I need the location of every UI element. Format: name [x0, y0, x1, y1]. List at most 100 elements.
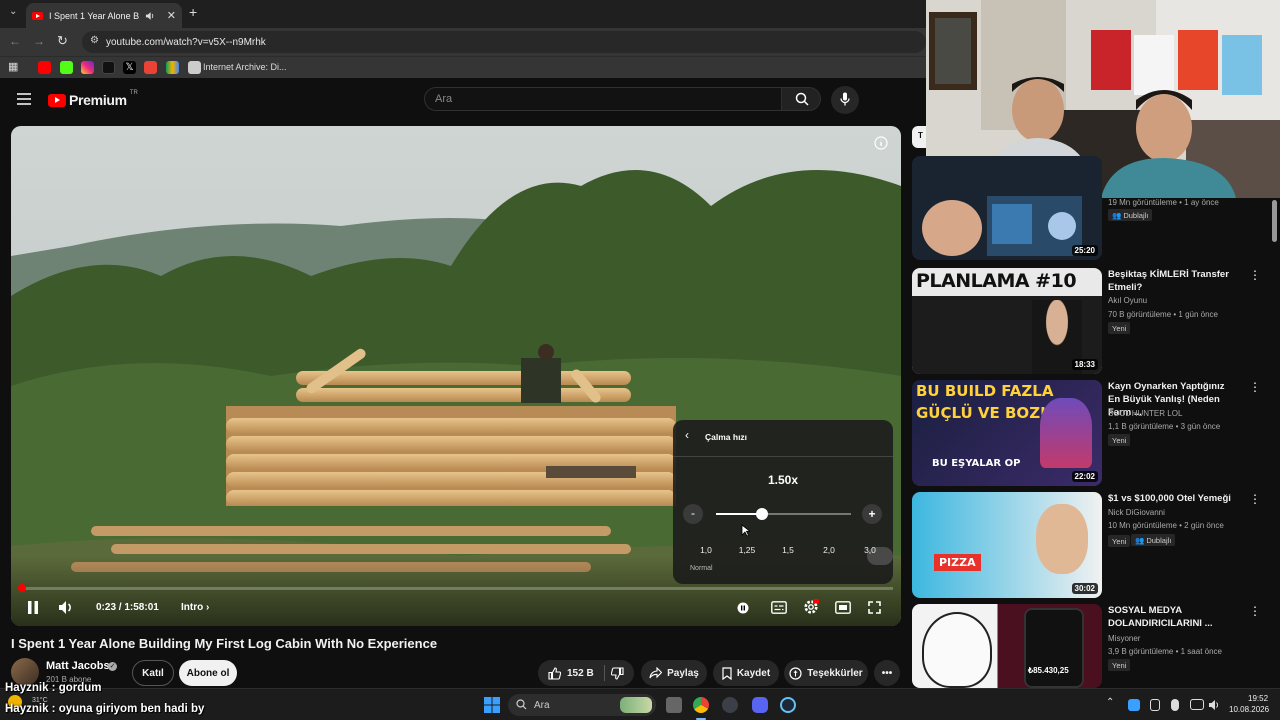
share-button[interactable]: Paylaş — [641, 660, 707, 686]
thanks-button[interactable]: Teşekkürler — [784, 660, 868, 686]
gmail-bookmark-icon[interactable] — [144, 61, 157, 74]
more-options-icon[interactable]: ⋮ — [1249, 380, 1261, 394]
back-icon[interactable]: ← — [9, 34, 21, 48]
x-bookmark-icon[interactable]: 𝕏 — [123, 61, 136, 74]
new-badge: Yeni — [1108, 535, 1131, 547]
recommendation-title[interactable]: Beşiktaş KİMLERİ Transfer Etmeli? — [1108, 268, 1236, 294]
network-tray-icon[interactable] — [1190, 699, 1204, 710]
video-title: I Spent 1 Year Alone Building My First L… — [11, 636, 438, 651]
steam-alt-taskbar-icon[interactable] — [722, 697, 738, 713]
speed-option-button[interactable]: 3,0 — [853, 545, 887, 559]
settings-gear-icon[interactable] — [803, 599, 819, 615]
site-info-icon[interactable]: ⚙ — [90, 35, 99, 46]
subtitles-icon[interactable] — [771, 601, 787, 614]
pause-icon[interactable] — [27, 601, 39, 614]
discord-taskbar-icon[interactable] — [752, 697, 768, 713]
chat-message: Hayznik : gordum — [5, 682, 102, 694]
more-actions-button[interactable]: ••• — [874, 660, 900, 686]
volume-icon[interactable] — [58, 600, 74, 615]
chapter-button[interactable]: Intro › — [181, 602, 209, 613]
more-options-icon[interactable]: ⋮ — [1249, 604, 1261, 618]
defender-tray-icon[interactable] — [1128, 699, 1140, 711]
recommendation-thumbnail[interactable]: ₺85.430,25 — [912, 604, 1102, 688]
subscribe-button[interactable]: Abone ol — [179, 660, 237, 686]
recommendations-scrollbar[interactable] — [1272, 200, 1277, 242]
close-tab-icon[interactable]: ✕ — [167, 9, 176, 22]
search-button[interactable] — [781, 87, 821, 111]
channel-name[interactable]: Matt Jacobs — [46, 660, 110, 672]
autoplay-toggle-icon[interactable] — [737, 602, 749, 614]
save-button[interactable]: Kaydet — [713, 660, 779, 686]
speed-option-button[interactable]: 1,5 — [771, 545, 805, 559]
thumbs-up-icon — [548, 666, 561, 680]
voice-search-button[interactable] — [831, 86, 859, 114]
youtube-favicon-icon — [32, 11, 43, 20]
recommendations-chip[interactable]: T — [912, 126, 926, 148]
new-tab-icon[interactable]: + — [189, 4, 197, 20]
recommendation-thumbnail[interactable]: PIZZA 30:02 — [912, 492, 1102, 598]
recommendation-channel[interactable]: Akıl Oyunu — [1108, 296, 1147, 305]
info-icon[interactable] — [874, 136, 888, 150]
speed-slider-knob[interactable] — [755, 508, 768, 520]
clock-date[interactable]: 10.08.2026 — [1229, 705, 1269, 714]
recommendation-thumbnail[interactable]: BU BUILD FAZLA GÜÇLÜ VE BOZUK BU EŞYALAR… — [912, 380, 1102, 486]
speaker-icon[interactable] — [145, 11, 154, 21]
recommendation-title[interactable]: SOSYAL MEDYA DOLANDIRICILARINI ... — [1108, 604, 1236, 630]
microphone-tray-icon[interactable] — [1171, 699, 1179, 711]
volume-tray-icon[interactable] — [1208, 699, 1220, 711]
verified-check-icon: ✓ — [108, 662, 117, 671]
recommendation-channel[interactable]: Nick DiGiovanni — [1108, 508, 1165, 517]
windows-start-icon[interactable] — [484, 697, 500, 713]
speed-option-button[interactable]: 1,0 — [689, 545, 723, 559]
steam-taskbar-icon[interactable] — [780, 697, 796, 713]
chrome-taskbar-icon[interactable] — [693, 697, 709, 713]
search-icon — [516, 699, 527, 710]
address-bar[interactable]: ⚙ youtube.com/watch?v=v5X--n9Mrhk — [82, 31, 926, 53]
thumbs-down-icon[interactable] — [610, 666, 624, 680]
like-button[interactable]: 152 B — [548, 666, 594, 680]
speed-option-button[interactable]: 1,25 — [730, 545, 764, 559]
url-text: youtube.com/watch?v=v5X--n9Mrhk — [106, 36, 266, 48]
taskbar-search[interactable]: Ara — [508, 694, 656, 716]
recommendation-channel[interactable]: Misyoner — [1108, 634, 1140, 643]
recommendation-channel[interactable]: SOUL HUNTER LOL — [1108, 409, 1182, 418]
youtube-bookmark-icon[interactable] — [38, 61, 51, 74]
bookmark-icon — [722, 666, 732, 680]
task-view-icon[interactable] — [666, 697, 682, 713]
browser-tab[interactable]: I Spent 1 Year Alone Buildin ✕ — [26, 3, 182, 28]
speed-option-button[interactable]: 2,0 — [812, 545, 846, 559]
progress-knob[interactable] — [17, 584, 26, 592]
speed-increase-button[interactable]: + — [862, 504, 882, 524]
speed-decrease-button[interactable]: - — [683, 504, 703, 524]
progress-bar[interactable] — [17, 584, 893, 592]
kick-bookmark-icon[interactable] — [60, 61, 73, 74]
youtube-logo[interactable]: Premium TR — [48, 90, 138, 108]
speed-back-icon[interactable]: ‹ — [685, 428, 689, 442]
apps-grid-icon[interactable]: ▦ — [8, 60, 18, 73]
instagram-bookmark-icon[interactable] — [81, 61, 94, 74]
show-hidden-icons-icon[interactable]: ⌃ — [1106, 697, 1114, 708]
reload-icon[interactable]: ↻ — [57, 33, 68, 49]
search-input[interactable]: Ara — [424, 87, 782, 111]
more-options-icon[interactable]: ⋮ — [1249, 268, 1261, 282]
recommendation-thumbnail[interactable]: 25:20 — [912, 156, 1102, 260]
share-icon — [649, 667, 663, 679]
forward-icon[interactable]: → — [33, 34, 45, 48]
recommendation-title[interactable]: $1 vs $100,000 Otel Yemeği — [1108, 492, 1236, 505]
archive-bookmark-label[interactable]: Internet Archive: Di... — [203, 62, 287, 72]
speed-slider[interactable] — [716, 508, 851, 520]
more-options-icon[interactable]: ⋮ — [1249, 492, 1261, 506]
tiktok-bookmark-icon[interactable] — [102, 61, 115, 74]
archive-bookmark-icon[interactable] — [188, 61, 201, 74]
tab-search-icon[interactable]: ⌄ — [9, 6, 17, 17]
fullscreen-icon[interactable] — [868, 601, 881, 614]
theater-mode-icon[interactable] — [835, 601, 851, 614]
usb-tray-icon[interactable] — [1150, 699, 1160, 711]
drive-bookmark-icon[interactable] — [166, 61, 179, 74]
video-duration: 25:20 — [1071, 245, 1098, 256]
clock-time[interactable]: 19:52 — [1248, 694, 1268, 703]
join-button[interactable]: Katıl — [132, 660, 174, 686]
recommendation-stats: 70 B görüntüleme • 1 gün önce — [1108, 310, 1218, 319]
recommendation-thumbnail[interactable]: PLANLAMA #10 18:33 — [912, 268, 1102, 374]
menu-icon[interactable] — [17, 93, 31, 105]
